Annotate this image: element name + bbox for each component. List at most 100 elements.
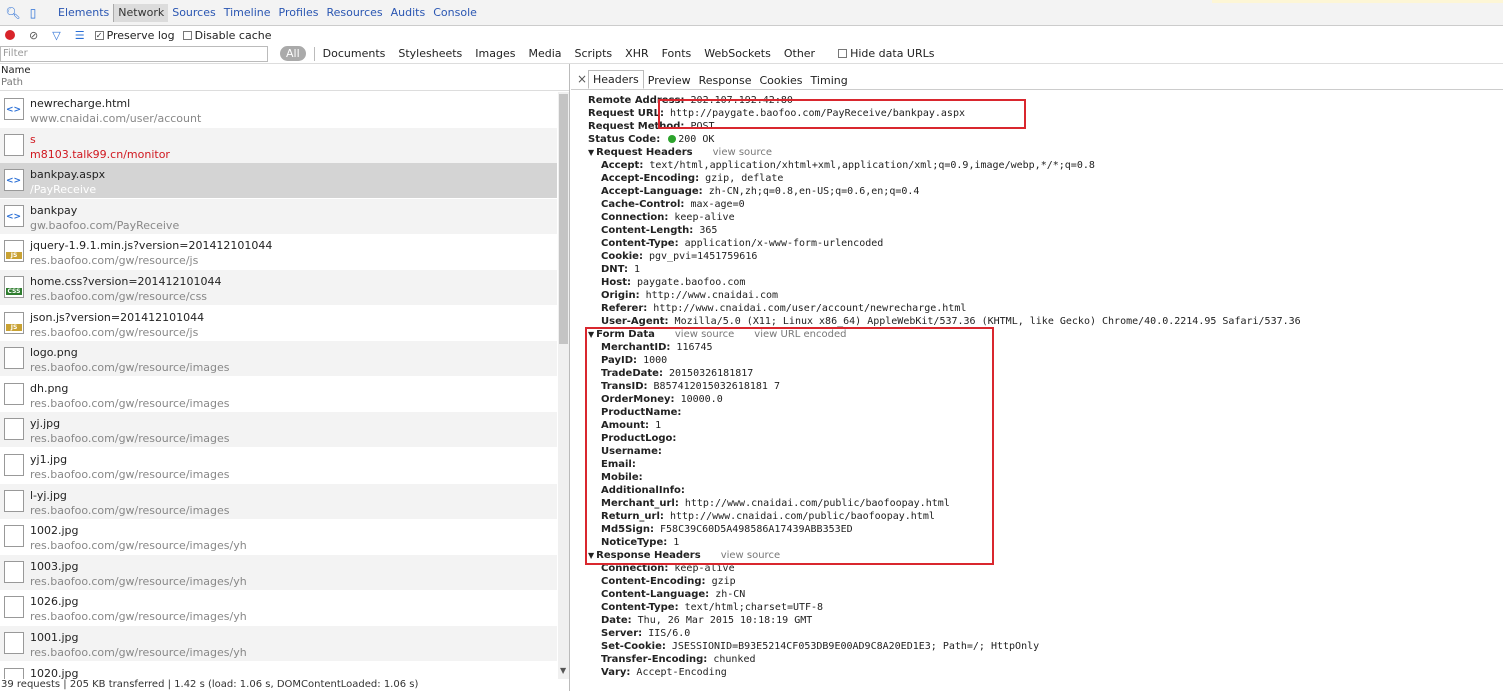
request-row[interactable]: 1003.jpg res.baofoo.com/gw/resource/image… bbox=[0, 554, 557, 590]
header-value[interactable]: IIS/6.0 bbox=[648, 628, 690, 639]
request-row[interactable]: 1026.jpg res.baofoo.com/gw/resource/image… bbox=[0, 590, 557, 625]
header-value[interactable]: paygate.baofoo.com bbox=[637, 277, 745, 288]
tab-response[interactable]: Response bbox=[695, 72, 756, 89]
header-value[interactable]: text/html;charset=UTF-8 bbox=[685, 602, 823, 613]
header-value[interactable]: pgv_pvi=1451759616 bbox=[649, 251, 757, 262]
header-value[interactable]: http://www.cnaidai.com bbox=[646, 290, 778, 301]
header-value[interactable]: 200 OK bbox=[678, 134, 714, 145]
header-value[interactable]: application/x-www-form-urlencoded bbox=[685, 238, 884, 249]
header-value[interactable]: 365 bbox=[699, 225, 717, 236]
header-value[interactable]: 1 bbox=[634, 264, 640, 275]
header-value[interactable]: text/html,application/xhtml+xml,applicat… bbox=[649, 160, 1095, 171]
request-name: newrecharge.html bbox=[30, 97, 131, 110]
header-key: Connection: bbox=[601, 212, 669, 223]
request-row[interactable]: l-yj.jpg res.baofoo.com/gw/resource/image… bbox=[0, 483, 557, 519]
header-value[interactable]: gzip, deflate bbox=[705, 173, 783, 184]
divider bbox=[313, 46, 315, 61]
image-icon bbox=[4, 418, 24, 441]
list-header[interactable]: Name Path bbox=[0, 64, 569, 91]
tab-profiles[interactable]: Profiles bbox=[275, 4, 323, 22]
tab-resources[interactable]: Resources bbox=[322, 4, 386, 22]
record-button[interactable] bbox=[5, 30, 15, 40]
filter-icon[interactable]: ▽ bbox=[52, 29, 60, 42]
tab-timing[interactable]: Timing bbox=[807, 72, 852, 89]
list-scrollbar[interactable] bbox=[558, 92, 569, 682]
request-row[interactable]: bankpay.aspx/PayReceive bbox=[0, 163, 557, 199]
request-row[interactable]: 1001.jpg res.baofoo.com/gw/resource/image… bbox=[0, 626, 557, 661]
header-value[interactable]: http://www.cnaidai.com/user/account/newr… bbox=[653, 303, 966, 314]
search-icon[interactable]: 🔍︎ bbox=[5, 6, 20, 20]
header-key: Vary: bbox=[601, 667, 631, 678]
request-row[interactable]: 1002.jpg res.baofoo.com/gw/resource/image… bbox=[0, 519, 557, 554]
filter-other[interactable]: Other bbox=[784, 47, 815, 60]
header-line: Host: paygate.baofoo.com bbox=[588, 276, 1498, 289]
image-icon bbox=[4, 596, 24, 619]
device-mode-icon[interactable]: ▯ bbox=[26, 6, 40, 20]
tab-audits[interactable]: Audits bbox=[387, 4, 430, 22]
disable-cache-checkbox[interactable] bbox=[182, 30, 192, 40]
devtools-toolbar: 🔍︎ ▯ Elements Network Sources Timeline P… bbox=[0, 0, 1503, 26]
header-key: User-Agent: bbox=[601, 316, 669, 327]
header-key: Cache-Control: bbox=[601, 199, 685, 210]
tab-timeline[interactable]: Timeline bbox=[220, 4, 275, 22]
request-row[interactable]: newrecharge.html www.cnaidai.com/user/acc… bbox=[0, 92, 557, 127]
clear-icon[interactable]: ⊘ bbox=[29, 29, 38, 42]
header-value[interactable]: Thu, 26 Mar 2015 10:18:19 GMT bbox=[638, 615, 813, 626]
tab-console[interactable]: Console bbox=[429, 4, 481, 22]
request-row[interactable]: logo.png res.baofoo.com/gw/resource/image… bbox=[0, 341, 557, 377]
header-value[interactable]: gzip bbox=[712, 576, 736, 587]
header-value[interactable]: Mozilla/5.0 (X11; Linux x86_64) AppleWeb… bbox=[675, 316, 1301, 327]
filter-documents[interactable]: Documents bbox=[323, 47, 386, 60]
view-source-link[interactable]: view source bbox=[713, 147, 772, 158]
request-path: res.baofoo.com/gw/resource/images bbox=[30, 432, 230, 446]
preserve-log-checkbox[interactable]: ✓ bbox=[94, 30, 104, 40]
tab-elements[interactable]: Elements bbox=[54, 4, 113, 22]
header-value[interactable]: chunked bbox=[713, 654, 755, 665]
filter-all-button[interactable]: All bbox=[280, 46, 306, 61]
filter-stylesheets[interactable]: Stylesheets bbox=[398, 47, 462, 60]
header-value[interactable]: JSESSIONID=B93E5214CF053DB9E00AD9C8A20ED… bbox=[672, 641, 1039, 652]
request-row[interactable]: JS jquery-1.9.1.min.js?version=2014121010… bbox=[0, 234, 557, 269]
request-row[interactable]: yj1.jpg res.baofoo.com/gw/resource/images bbox=[0, 448, 557, 483]
request-headers-section[interactable]: ▼ Request Headers view source bbox=[588, 146, 1498, 159]
filter-xhr[interactable]: XHR bbox=[625, 47, 648, 60]
filter-images[interactable]: Images bbox=[475, 47, 515, 60]
filter-media[interactable]: Media bbox=[528, 47, 561, 60]
header-line: Content-Language: zh-CN bbox=[588, 588, 1498, 601]
request-row[interactable]: CSS home.css?version=201412101044 res.baof… bbox=[0, 270, 557, 305]
header-key: Content-Encoding: bbox=[601, 576, 706, 587]
header-value[interactable]: zh-CN bbox=[715, 589, 745, 600]
request-row[interactable]: s m8103.talk99.cn/monitor bbox=[0, 127, 557, 163]
header-line: Referer: http://www.cnaidai.com/user/acc… bbox=[588, 302, 1498, 315]
scroll-down-arrow[interactable]: ▼ bbox=[560, 666, 566, 675]
filter-scripts[interactable]: Scripts bbox=[575, 47, 613, 60]
request-row[interactable]: dh.png res.baofoo.com/gw/resource/images bbox=[0, 377, 557, 412]
blank-icon bbox=[4, 133, 24, 156]
close-icon[interactable]: × bbox=[577, 72, 587, 86]
tab-headers[interactable]: Headers bbox=[588, 70, 644, 89]
request-row[interactable]: bankpaygw.baofoo.com/PayReceive bbox=[0, 198, 557, 234]
header-value[interactable]: keep-alive bbox=[674, 212, 734, 223]
request-name: home.css?version=201412101044 bbox=[30, 275, 222, 288]
image-icon bbox=[4, 560, 24, 583]
disclosure-triangle-icon[interactable]: ▼ bbox=[588, 148, 594, 157]
tab-network[interactable]: Network bbox=[113, 3, 169, 22]
request-row[interactable]: JS json.js?version=201412101044 res.baofoo… bbox=[0, 306, 557, 341]
filter-websockets[interactable]: WebSockets bbox=[704, 47, 771, 60]
filter-input[interactable]: Filter bbox=[0, 46, 268, 62]
header-line: Transfer-Encoding: chunked bbox=[588, 653, 1498, 666]
hide-data-urls-checkbox[interactable] bbox=[838, 49, 848, 58]
header-value[interactable]: Accept-Encoding bbox=[636, 667, 726, 678]
tab-sources[interactable]: Sources bbox=[168, 4, 220, 22]
doc-icon bbox=[4, 98, 24, 120]
scrollbar-thumb[interactable] bbox=[559, 94, 568, 344]
request-row[interactable]: yj.jpg res.baofoo.com/gw/resource/images bbox=[0, 412, 557, 448]
tab-preview[interactable]: Preview bbox=[644, 72, 695, 89]
filter-fonts[interactable]: Fonts bbox=[662, 47, 692, 60]
header-value[interactable]: zh-CN,zh;q=0.8,en-US;q=0.6,en;q=0.4 bbox=[709, 186, 920, 197]
header-value[interactable]: max-age=0 bbox=[690, 199, 744, 210]
request-path: res.baofoo.com/gw/resource/images/yh bbox=[30, 646, 247, 659]
list-view-icon[interactable]: ☰ bbox=[75, 29, 85, 42]
request-row-text: bankpay gw.baofoo.com/PayReceive bbox=[30, 203, 179, 233]
tab-cookies[interactable]: Cookies bbox=[755, 72, 806, 89]
